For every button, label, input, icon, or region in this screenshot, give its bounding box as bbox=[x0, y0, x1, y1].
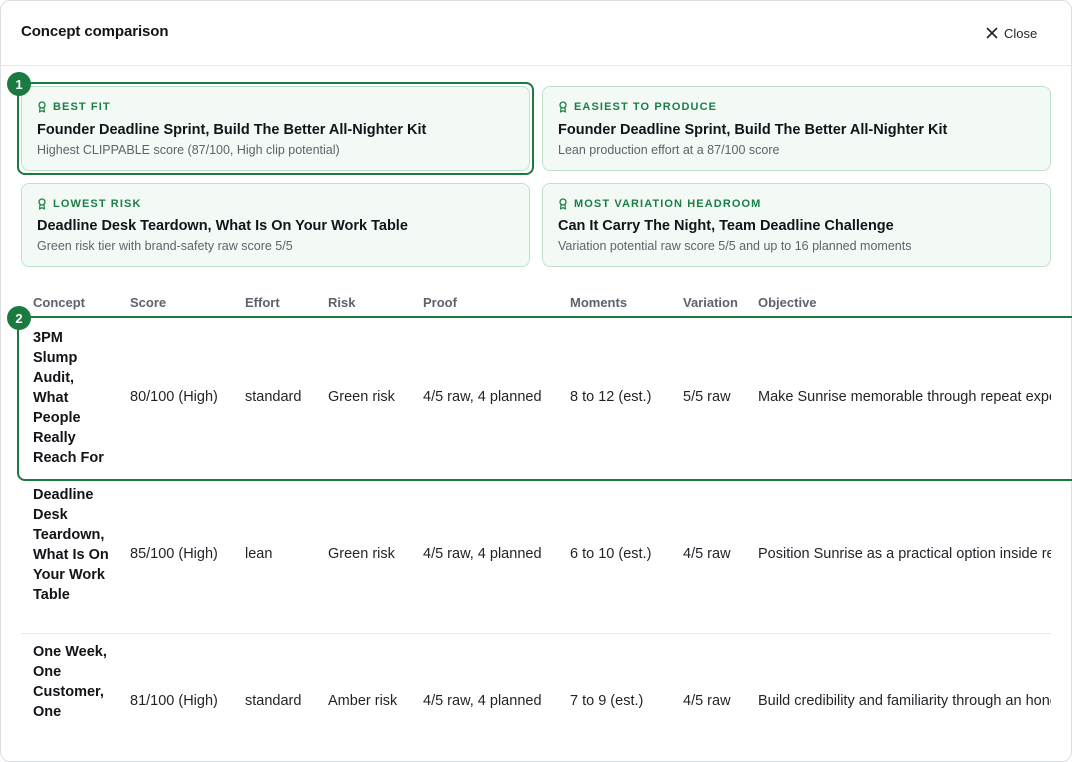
cell-concept: Deadline Desk Teardown, What Is On Your … bbox=[33, 487, 109, 603]
card-subtitle: Lean production effort at a 87/100 score bbox=[558, 143, 780, 157]
award-icon bbox=[559, 198, 567, 210]
cell-risk: Amber risk bbox=[328, 693, 398, 709]
column-header-moments[interactable]: Moments bbox=[570, 295, 627, 310]
card-most-variation-headroom[interactable]: MOST VARIATION HEADROOM Can It Carry The… bbox=[542, 183, 1051, 267]
cell-effort: lean bbox=[245, 546, 273, 562]
table-header: Concept Score Effort Risk Proof Moments … bbox=[0, 295, 1072, 311]
column-header-score[interactable]: Score bbox=[130, 295, 166, 310]
cell-moments: 8 to 12 (est.) bbox=[570, 389, 652, 405]
column-header-objective[interactable]: Objective bbox=[758, 295, 817, 310]
annotation-badge-1: 1 bbox=[7, 72, 31, 96]
cell-moments: 6 to 10 (est.) bbox=[570, 546, 652, 562]
column-header-risk[interactable]: Risk bbox=[328, 295, 355, 310]
card-label: BEST FIT bbox=[53, 101, 111, 113]
card-label: EASIEST TO PRODUCE bbox=[574, 101, 718, 113]
column-header-concept[interactable]: Concept bbox=[33, 295, 85, 310]
cell-score: 81/100 (High) bbox=[130, 693, 218, 709]
cell-objective: Build credibility and familiarity throug… bbox=[758, 693, 1051, 709]
card-title: Can It Carry The Night, Team Deadline Ch… bbox=[558, 218, 894, 234]
cell-effort: standard bbox=[245, 693, 302, 709]
dialog-title: Concept comparison bbox=[21, 23, 169, 40]
cell-risk: Green risk bbox=[328, 546, 395, 562]
card-title: Founder Deadline Sprint, Build The Bette… bbox=[558, 122, 948, 138]
cell-score: 85/100 (High) bbox=[130, 546, 218, 562]
card-subtitle: Green risk tier with brand-safety raw sc… bbox=[37, 239, 293, 253]
card-subtitle: Variation potential raw score 5/5 and up… bbox=[558, 239, 912, 253]
card-easiest-to-produce[interactable]: EASIEST TO PRODUCE Founder Deadline Spri… bbox=[542, 86, 1051, 171]
close-label: Close bbox=[1004, 25, 1038, 41]
close-icon bbox=[986, 27, 998, 39]
card-lowest-risk[interactable]: LOWEST RISK Deadline Desk Teardown, What… bbox=[21, 183, 530, 267]
card-best-fit[interactable]: BEST FIT Founder Deadline Sprint, Build … bbox=[21, 86, 530, 171]
column-header-effort[interactable]: Effort bbox=[245, 295, 280, 310]
cell-variation: 4/5 raw bbox=[683, 693, 731, 709]
cell-concept: 3PM Slump Audit, What People Really Reac… bbox=[33, 330, 104, 466]
card-label: MOST VARIATION HEADROOM bbox=[574, 198, 762, 210]
column-header-variation[interactable]: Variation bbox=[683, 295, 738, 310]
cell-proof: 4/5 raw, 4 planned bbox=[423, 693, 542, 709]
card-subtitle: Highest CLIPPABLE score (87/100, High cl… bbox=[37, 143, 340, 157]
card-title: Founder Deadline Sprint, Build The Bette… bbox=[37, 122, 427, 138]
table-row[interactable]: One Week, One Customer, One 81/100 (High… bbox=[21, 634, 1051, 720]
award-icon bbox=[38, 101, 46, 113]
cell-variation: 5/5 raw bbox=[683, 389, 731, 405]
card-label: LOWEST RISK bbox=[53, 198, 142, 210]
cell-risk: Green risk bbox=[328, 389, 395, 405]
cell-proof: 4/5 raw, 4 planned bbox=[423, 546, 542, 562]
cell-proof: 4/5 raw, 4 planned bbox=[423, 389, 542, 405]
cell-concept: One Week, One Customer, One bbox=[33, 644, 107, 720]
cell-variation: 4/5 raw bbox=[683, 546, 731, 562]
card-title: Deadline Desk Teardown, What Is On Your … bbox=[37, 218, 408, 234]
cell-moments: 7 to 9 (est.) bbox=[570, 693, 644, 709]
cell-effort: standard bbox=[245, 389, 302, 405]
column-header-proof[interactable]: Proof bbox=[423, 295, 457, 310]
cell-score: 80/100 (High) bbox=[130, 389, 218, 405]
award-icon bbox=[38, 198, 46, 210]
cell-objective: Make Sunrise memorable through repeat ex… bbox=[758, 389, 1051, 405]
close-button[interactable]: Close bbox=[986, 22, 1037, 44]
table-row[interactable]: 3PM Slump Audit, What People Really Reac… bbox=[21, 318, 1051, 478]
dialog-header: Concept comparison Close bbox=[0, 0, 1072, 66]
annotation-badge-2: 2 bbox=[7, 306, 31, 330]
table-row[interactable]: Deadline Desk Teardown, What Is On Your … bbox=[21, 481, 1051, 633]
cell-objective: Position Sunrise as a practical option i… bbox=[758, 546, 1051, 562]
award-icon bbox=[559, 101, 567, 113]
